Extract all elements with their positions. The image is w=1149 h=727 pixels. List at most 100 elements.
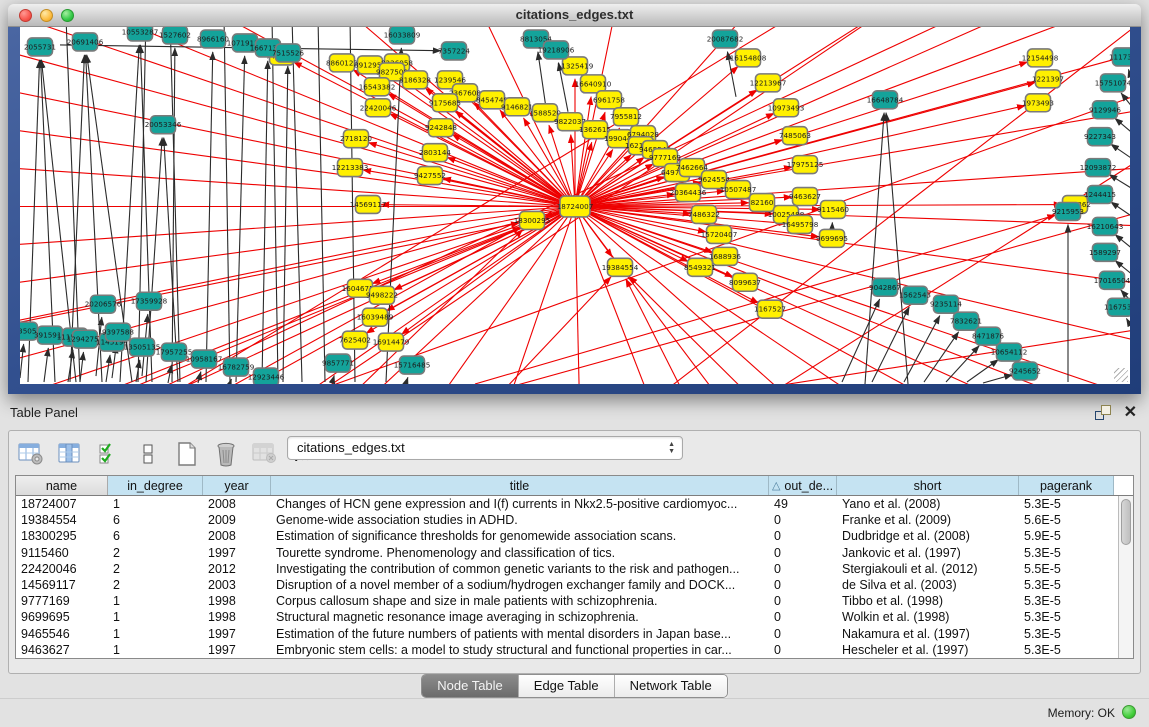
network-node-label: 14569117 bbox=[350, 200, 387, 209]
network-node-label: 7625402 bbox=[339, 336, 371, 345]
delete-columns-icon[interactable] bbox=[212, 441, 239, 468]
select-all-columns-icon[interactable] bbox=[95, 441, 122, 468]
table-cell: Estimation of significance thresholds fo… bbox=[271, 528, 769, 544]
network-node-label: 16033809 bbox=[384, 30, 421, 39]
table-cell: 2009 bbox=[203, 512, 271, 528]
network-edge bbox=[390, 114, 575, 207]
table-cell: Yano et al. (2008) bbox=[837, 496, 1019, 512]
table-cell: Estimation of the future numbers of pati… bbox=[271, 626, 769, 642]
network-edge bbox=[1111, 144, 1130, 159]
table-cell: 0 bbox=[769, 528, 837, 544]
column-header-name[interactable]: name bbox=[16, 476, 108, 495]
table-row[interactable]: 977716911998Corpus callosum shape and si… bbox=[16, 593, 1118, 609]
table-cell: 2003 bbox=[203, 577, 271, 593]
table-row[interactable]: 946554611997Estimation of the future num… bbox=[16, 626, 1118, 642]
network-node-label: 12213383 bbox=[332, 163, 369, 172]
show-columns-icon[interactable] bbox=[56, 441, 83, 468]
table-cell: Changes of HCN gene expression and I(f) … bbox=[271, 496, 769, 512]
network-edge bbox=[106, 355, 110, 382]
close-panel-icon[interactable]: ✕ bbox=[1124, 402, 1137, 422]
table-cell: Tibbo et al. (1998) bbox=[837, 593, 1019, 609]
table-row[interactable]: 969969511998Structural magnetic resonanc… bbox=[16, 609, 1118, 625]
network-edge bbox=[886, 113, 908, 384]
table-cell: 5.3E-5 bbox=[1019, 626, 1114, 642]
network-node-label: 20691406 bbox=[67, 37, 104, 46]
network-node-label: 1167533 bbox=[1104, 303, 1130, 312]
close-window-button[interactable] bbox=[19, 9, 32, 22]
canvas-resize-grip[interactable] bbox=[1114, 368, 1128, 382]
table-cell: 1 bbox=[108, 593, 203, 609]
network-node-label: 1117304 bbox=[1109, 52, 1130, 61]
table-row[interactable]: 1872400712008Changes of HCN gene express… bbox=[16, 496, 1118, 512]
table-cell: 2 bbox=[108, 545, 203, 561]
network-canvas[interactable]: 1872400774638228860123891295482260589827… bbox=[20, 27, 1130, 384]
column-header-title[interactable]: title bbox=[271, 476, 769, 495]
table-cell: 19384554 bbox=[16, 512, 108, 528]
table-cell: 5.3E-5 bbox=[1019, 593, 1114, 609]
table-selector-dropdown[interactable]: citations_edges.txt ▲▼ bbox=[287, 436, 683, 460]
table-row[interactable]: 911546021997Tourette syndrome. Phenomeno… bbox=[16, 545, 1118, 561]
network-node-label: 10553287 bbox=[122, 27, 159, 36]
table-cell: 14569117 bbox=[16, 577, 108, 593]
network-edge bbox=[575, 206, 1130, 346]
table-mode-icon[interactable] bbox=[17, 441, 44, 468]
table-row[interactable]: 1938455462009Genome-wide association stu… bbox=[16, 512, 1118, 528]
network-node-label: 22420046 bbox=[360, 103, 397, 112]
minimize-window-button[interactable] bbox=[40, 9, 53, 22]
table-row[interactable]: 1830029562008Estimation of significance … bbox=[16, 528, 1118, 544]
status-bar: Memory: OK bbox=[0, 698, 1149, 727]
network-node-label: 7357224 bbox=[438, 46, 470, 55]
float-panel-icon[interactable] bbox=[1095, 405, 1111, 420]
create-column-icon[interactable] bbox=[173, 441, 200, 468]
table-cell: Embryonic stem cells: a model to study s… bbox=[271, 642, 769, 658]
table-row[interactable]: 1456911722003Disruption of a novel membe… bbox=[16, 577, 1118, 593]
column-header-pagerank[interactable]: pagerank bbox=[1019, 476, 1114, 495]
table-cell: 9465546 bbox=[16, 626, 108, 642]
table-cell: 1998 bbox=[203, 593, 271, 609]
table-cell: 9463627 bbox=[16, 642, 108, 658]
tab-network-table[interactable]: Network Table bbox=[614, 675, 727, 697]
table-row[interactable]: 2242004622012Investigating the contribut… bbox=[16, 561, 1118, 577]
nodes-layer: 1872400774638228860123891295482260589827… bbox=[20, 27, 1130, 384]
network-node-label: 9777169 bbox=[649, 153, 681, 162]
table-cell: 2 bbox=[108, 577, 203, 593]
row-height-icon[interactable] bbox=[134, 441, 161, 468]
network-node-label: 2055731 bbox=[24, 42, 56, 51]
column-header-short[interactable]: short bbox=[837, 476, 1019, 495]
table-row[interactable]: 946362711997Embryonic stem cells: a mode… bbox=[16, 642, 1118, 658]
network-node-label: 82160 bbox=[751, 198, 774, 207]
network-node-label: 19384554 bbox=[602, 263, 639, 272]
dropdown-arrows-icon: ▲▼ bbox=[668, 441, 675, 455]
tab-edge-table[interactable]: Edge Table bbox=[518, 675, 614, 697]
memory-status-indicator[interactable] bbox=[1122, 705, 1136, 719]
network-node-label: 12923446 bbox=[248, 373, 285, 382]
tab-node-table[interactable]: Node Table bbox=[422, 675, 518, 697]
network-node-label: 15751074 bbox=[1095, 78, 1130, 87]
table-cell: 5.5E-5 bbox=[1019, 561, 1114, 577]
table-cell: 0 bbox=[769, 545, 837, 561]
table-cell: 5.3E-5 bbox=[1019, 642, 1114, 658]
table-cell: 5.3E-5 bbox=[1019, 545, 1114, 561]
table-panel-header: Table Panel ✕ bbox=[0, 398, 1149, 428]
network-edge bbox=[236, 56, 245, 382]
table-cell: Tourette syndrome. Phenomenology and cla… bbox=[271, 545, 769, 561]
zoom-window-button[interactable] bbox=[61, 9, 74, 22]
delete-table-icon[interactable] bbox=[251, 441, 278, 468]
column-header-year[interactable]: year bbox=[203, 476, 271, 495]
table-cell: 18724007 bbox=[16, 496, 108, 512]
network-node-label: 1688936 bbox=[709, 252, 741, 261]
network-edge bbox=[44, 348, 48, 382]
network-edge bbox=[332, 375, 334, 383]
network-node-label: 9397588 bbox=[102, 328, 134, 337]
table-header-row: namein_degreeyeartitle△out_de...shortpag… bbox=[16, 476, 1133, 496]
app-root: { "window": { "title": "citations_edges.… bbox=[0, 0, 1149, 727]
table-cell: 2008 bbox=[203, 496, 271, 512]
table-vertical-scrollbar[interactable] bbox=[1118, 496, 1133, 658]
scrollbar-thumb[interactable] bbox=[1121, 499, 1131, 545]
window-titlebar[interactable]: citations_edges.txt bbox=[8, 4, 1141, 27]
column-header-out_de[interactable]: △out_de... bbox=[769, 476, 837, 495]
table-cell: Hescheler et al. (1997) bbox=[837, 642, 1019, 658]
traffic-lights bbox=[19, 9, 74, 22]
table-toolbar: f(x) bbox=[17, 437, 317, 471]
column-header-in_degree[interactable]: in_degree bbox=[108, 476, 203, 495]
